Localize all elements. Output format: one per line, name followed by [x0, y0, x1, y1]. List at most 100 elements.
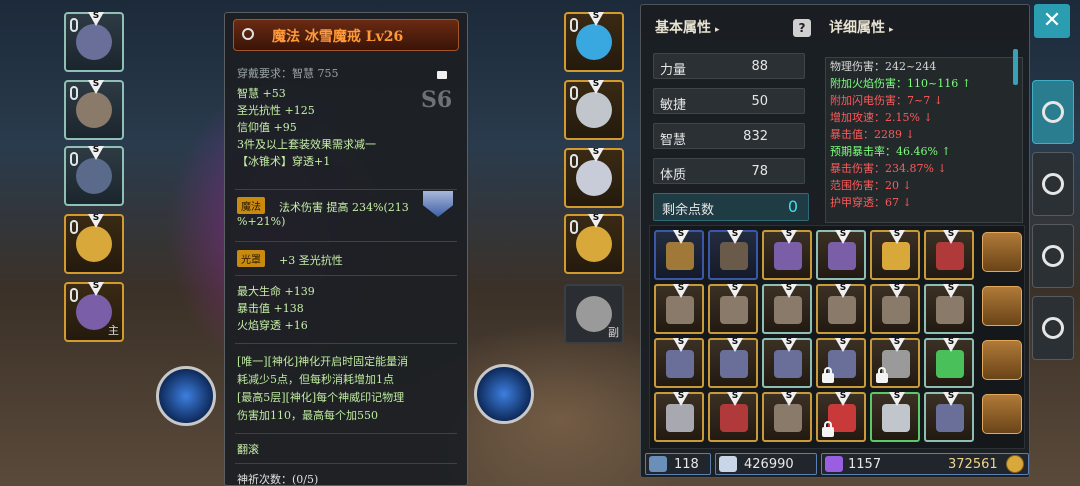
- equip-slot[interactable]: S主: [64, 282, 124, 342]
- equip-slot[interactable]: S: [64, 80, 124, 140]
- side-tab-settings[interactable]: [1032, 296, 1074, 360]
- inventory-slot[interactable]: S: [870, 392, 920, 442]
- magic-text-2: %+21%): [237, 215, 286, 228]
- divider: [235, 343, 457, 344]
- equip-slot[interactable]: S: [564, 148, 624, 208]
- crystal-icon: [825, 456, 843, 472]
- spear-icon: [936, 242, 964, 270]
- equip-slot[interactable]: S: [64, 214, 124, 274]
- divider: [235, 241, 457, 242]
- inventory-slot[interactable]: S: [924, 338, 974, 388]
- necklace-icon: [576, 24, 612, 60]
- inventory-slot[interactable]: S: [924, 284, 974, 334]
- inventory-slot[interactable]: S: [816, 230, 866, 280]
- stat-line: 3件及以上套装效果需求减一: [237, 138, 376, 151]
- detail-attr-list[interactable]: 物理伤害：242~244 附加火焰伤害：110~116 ↑ 附加闪电伤害：7~7 ↓…: [825, 57, 1023, 223]
- attribute-value: 88: [751, 59, 768, 74]
- inventory-slot[interactable]: S: [708, 338, 758, 388]
- inventory-slot[interactable]: S: [924, 230, 974, 280]
- armor-icon: [936, 296, 964, 324]
- unique-line: [最高5层][神化]每个神威印记物理: [237, 391, 405, 404]
- boots-icon: [576, 160, 612, 196]
- ring-icon: [882, 242, 910, 270]
- chain-icon: [70, 288, 78, 302]
- rank-badge-icon: [423, 191, 453, 217]
- inventory-slot[interactable]: S: [870, 284, 920, 334]
- inventory-slot[interactable]: S: [762, 230, 812, 280]
- side-tab-helmet[interactable]: [1032, 80, 1074, 144]
- skill-orb-right[interactable]: [474, 364, 534, 424]
- inventory-slot[interactable]: S: [870, 338, 920, 388]
- detail-stat: 物理伤害：242~244: [830, 60, 937, 73]
- detail-attr-header[interactable]: 详细属性 ▸: [829, 17, 894, 37]
- unique-line: 伤害加110，最高每个加550: [237, 409, 378, 422]
- equip-slot[interactable]: S: [64, 12, 124, 72]
- roll-label[interactable]: 翻滚: [237, 441, 259, 457]
- armor-icon: [774, 404, 802, 432]
- equip-slot[interactable]: 副: [564, 284, 624, 344]
- divider: [235, 275, 457, 276]
- stat-line: 圣光抗性 +125: [237, 104, 315, 117]
- inventory-grid[interactable]: SSSSSSSSSSSSSSSSSSSSSSSS: [649, 225, 1025, 449]
- attribute-value: 78: [751, 164, 768, 179]
- dropdown-arrow-icon: ▸: [889, 25, 894, 35]
- inventory-slot[interactable]: S: [654, 284, 704, 334]
- basic-attr-title: 基本属性: [655, 20, 711, 36]
- armor-icon: [828, 296, 856, 324]
- equip-slot[interactable]: S: [64, 146, 124, 206]
- inventory-slot[interactable]: S: [816, 284, 866, 334]
- equip-slot[interactable]: S: [564, 12, 624, 72]
- bonus-line: 最大生命 +139: [237, 285, 315, 298]
- attribute-name: 力量: [660, 63, 687, 78]
- backpack-icon[interactable]: [982, 340, 1022, 380]
- inventory-slot[interactable]: S: [708, 392, 758, 442]
- weapon-count: 118: [674, 457, 699, 472]
- scrollbar[interactable]: [1013, 49, 1018, 85]
- detail-stat: 附加闪电伤害：7~7 ↓: [830, 94, 943, 107]
- detail-stat: 附加火焰伤害：110~116 ↑: [830, 77, 971, 90]
- remaining-label: 剩余点数: [662, 203, 715, 218]
- detail-stat: 增加攻速：2.15% ↓: [830, 111, 933, 124]
- basic-attr-header[interactable]: 基本属性 ▸: [655, 17, 720, 37]
- backpack-icon[interactable]: [982, 394, 1022, 434]
- light-tag: 光罩: [237, 250, 265, 267]
- close-button[interactable]: ✕: [1034, 4, 1070, 38]
- help-icon[interactable]: ?: [793, 19, 811, 37]
- side-tab-target[interactable]: [1032, 224, 1074, 288]
- detail-attr-title: 详细属性: [829, 20, 885, 36]
- inventory-slot[interactable]: S: [870, 230, 920, 280]
- inventory-slot[interactable]: S: [654, 338, 704, 388]
- chest-armor-icon: [720, 242, 748, 270]
- magic-tag: 魔法: [237, 197, 265, 214]
- detail-stat: 预期暴击率：46.46% ↑: [830, 145, 951, 158]
- lock-icon: [822, 421, 834, 437]
- inventory-slot[interactable]: S: [708, 230, 758, 280]
- inventory-slot[interactable]: S: [708, 284, 758, 334]
- lock-icon[interactable]: [437, 71, 447, 79]
- diamond-icon: [719, 456, 737, 472]
- item-tooltip: 魔法 冰雪魔戒 Lv26 穿戴要求：智慧 755 S6 智慧 +53 圣光抗性 +…: [224, 12, 468, 486]
- gloves-icon: [576, 92, 612, 128]
- inventory-slot[interactable]: S: [816, 338, 866, 388]
- equip-slot[interactable]: S: [564, 214, 624, 274]
- chain-icon: [570, 18, 578, 32]
- helmet-icon: [666, 350, 694, 378]
- equip-slot[interactable]: S: [564, 80, 624, 140]
- backpack-icon[interactable]: [982, 232, 1022, 272]
- chain-icon: [570, 154, 578, 168]
- detail-stat: 护甲穿透：67 ↓: [830, 196, 912, 209]
- inventory-slot[interactable]: S: [654, 230, 704, 280]
- attribute-row: 力量 88: [653, 53, 805, 79]
- inventory-slot[interactable]: S: [816, 392, 866, 442]
- inventory-slot[interactable]: S: [654, 392, 704, 442]
- backpack-icon[interactable]: [982, 286, 1022, 326]
- inventory-slot[interactable]: S: [762, 338, 812, 388]
- skill-orb-left[interactable]: [156, 366, 216, 426]
- diamond-bar: 426990: [715, 453, 817, 475]
- inventory-slot[interactable]: S: [762, 284, 812, 334]
- side-tab-weapons[interactable]: [1032, 152, 1074, 216]
- inventory-slot[interactable]: S: [762, 392, 812, 442]
- ring-icon: [76, 226, 112, 262]
- inventory-slot[interactable]: S: [924, 392, 974, 442]
- main-hand-label: 主: [108, 324, 119, 337]
